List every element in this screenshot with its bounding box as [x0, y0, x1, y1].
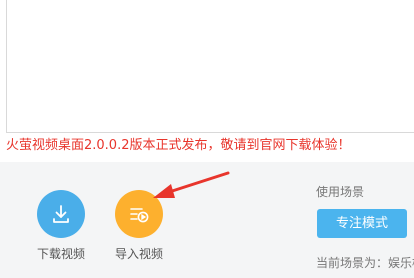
top-panel: 火萤视频桌面2.0.0.2版本正式发布，敬请到官网下载体验！ [0, 0, 414, 162]
usage-scene-title: 使用场景 [316, 185, 365, 199]
focus-mode-button[interactable]: 专注模式 [317, 209, 407, 238]
import-video-label: 导入视频 [114, 247, 163, 261]
download-icon [50, 203, 72, 225]
download-video-label: 下载视频 [36, 247, 85, 261]
current-scene-text: 当前场景为：娱乐模式 [316, 256, 414, 270]
download-video-button[interactable] [37, 190, 85, 238]
arrow-annotation [153, 171, 230, 198]
video-preview-area [6, 0, 414, 133]
announcement-text[interactable]: 火萤视频桌面2.0.0.2版本正式发布，敬请到官网下载体验！ [6, 138, 350, 154]
import-video-icon [127, 203, 151, 225]
